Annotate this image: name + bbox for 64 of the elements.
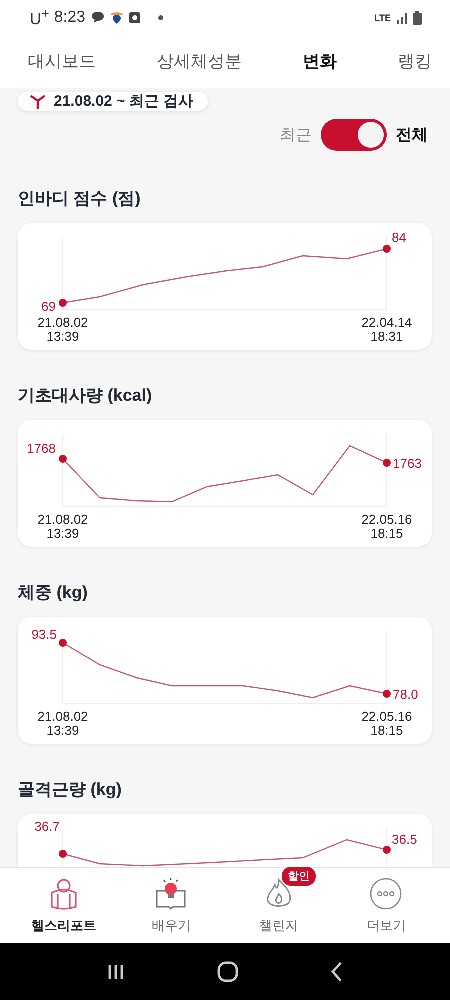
range-switch[interactable] [321, 119, 387, 151]
nav-label: 헬스리포트 [31, 916, 96, 934]
date-label: 21.08.02 [38, 315, 88, 330]
value-label: 78.0 [393, 687, 418, 702]
data-point [383, 245, 391, 253]
time-label: 18:31 [370, 329, 404, 344]
signal-icon [396, 12, 408, 24]
clock: 8:23 [54, 8, 86, 26]
value-label: 36.5 [392, 832, 418, 847]
data-point [59, 639, 67, 647]
toggle-label: 전체 [396, 126, 428, 146]
nav-item[interactable]: 배우기 [126, 866, 216, 934]
date-label: 22.05.16 [362, 709, 412, 724]
date-filter-button[interactable]: 21.08.02 ~ 최근 검사 [18, 92, 208, 111]
section-title: 골격근량 (kg) [18, 779, 123, 801]
book-lightbulb-icon [154, 876, 188, 910]
sale-badge: 할인 [282, 866, 316, 886]
value-label: 1768 [27, 441, 56, 456]
nav-label: 챌린지 [259, 916, 298, 934]
date-label: 22.05.16 [362, 512, 412, 527]
time-label: 13:39 [46, 723, 80, 738]
value-label: 36.7 [34, 819, 60, 834]
time-label: 18:15 [370, 723, 404, 738]
value-label: 69 [42, 299, 56, 314]
date-label: 21.08.02 [38, 512, 88, 527]
value-label: 84 [392, 230, 406, 245]
section-title: 인바디 점수 (점) [18, 188, 142, 210]
value-label: 93.5 [32, 627, 57, 642]
tab[interactable]: 대시보드 [24, 42, 100, 81]
data-point [59, 850, 67, 858]
nav-item[interactable]: 더보기 [341, 866, 432, 934]
filter-icon [30, 94, 46, 110]
home-icon[interactable] [216, 960, 239, 982]
location-pin-icon [110, 10, 124, 24]
time-label: 18:15 [370, 526, 404, 541]
chat-bubble-icon [90, 11, 104, 24]
date-label: 22.04.14 [362, 315, 412, 330]
data-point [383, 846, 391, 854]
data-point [59, 299, 67, 307]
carrier-label: U$^{+}$ [30, 6, 50, 30]
section-title: 체중 (kg) [18, 582, 89, 604]
app-square-icon [128, 12, 140, 24]
battery-icon [413, 10, 422, 24]
network-label: LTE [374, 12, 391, 22]
tab[interactable]: 변화 [299, 42, 341, 81]
data-point [383, 690, 391, 698]
back-icon[interactable] [330, 960, 344, 982]
tab[interactable]: 상세체성분 [153, 42, 246, 81]
toggle-label: 최근 [280, 126, 312, 146]
time-label: 13:39 [46, 526, 80, 541]
value-label: 1763 [393, 456, 422, 471]
nav-item[interactable]: 헬스리포트 [18, 866, 109, 934]
dot-icon [158, 14, 164, 20]
data-point [59, 455, 67, 463]
filter-label: 21.08.02 ~ 최근 검사 [54, 92, 194, 111]
date-label: 21.08.02 [38, 709, 88, 724]
nav-label: 배우기 [152, 916, 191, 934]
nav-item[interactable]: 할인 챌린지 [234, 866, 324, 934]
data-point [383, 459, 391, 467]
more-icon [369, 876, 404, 910]
tab[interactable]: 랭킹 [394, 42, 436, 81]
time-label: 13:39 [46, 329, 80, 344]
section-title: 기초대사량 (kcal) [18, 385, 154, 407]
nav-label: 더보기 [366, 916, 406, 934]
